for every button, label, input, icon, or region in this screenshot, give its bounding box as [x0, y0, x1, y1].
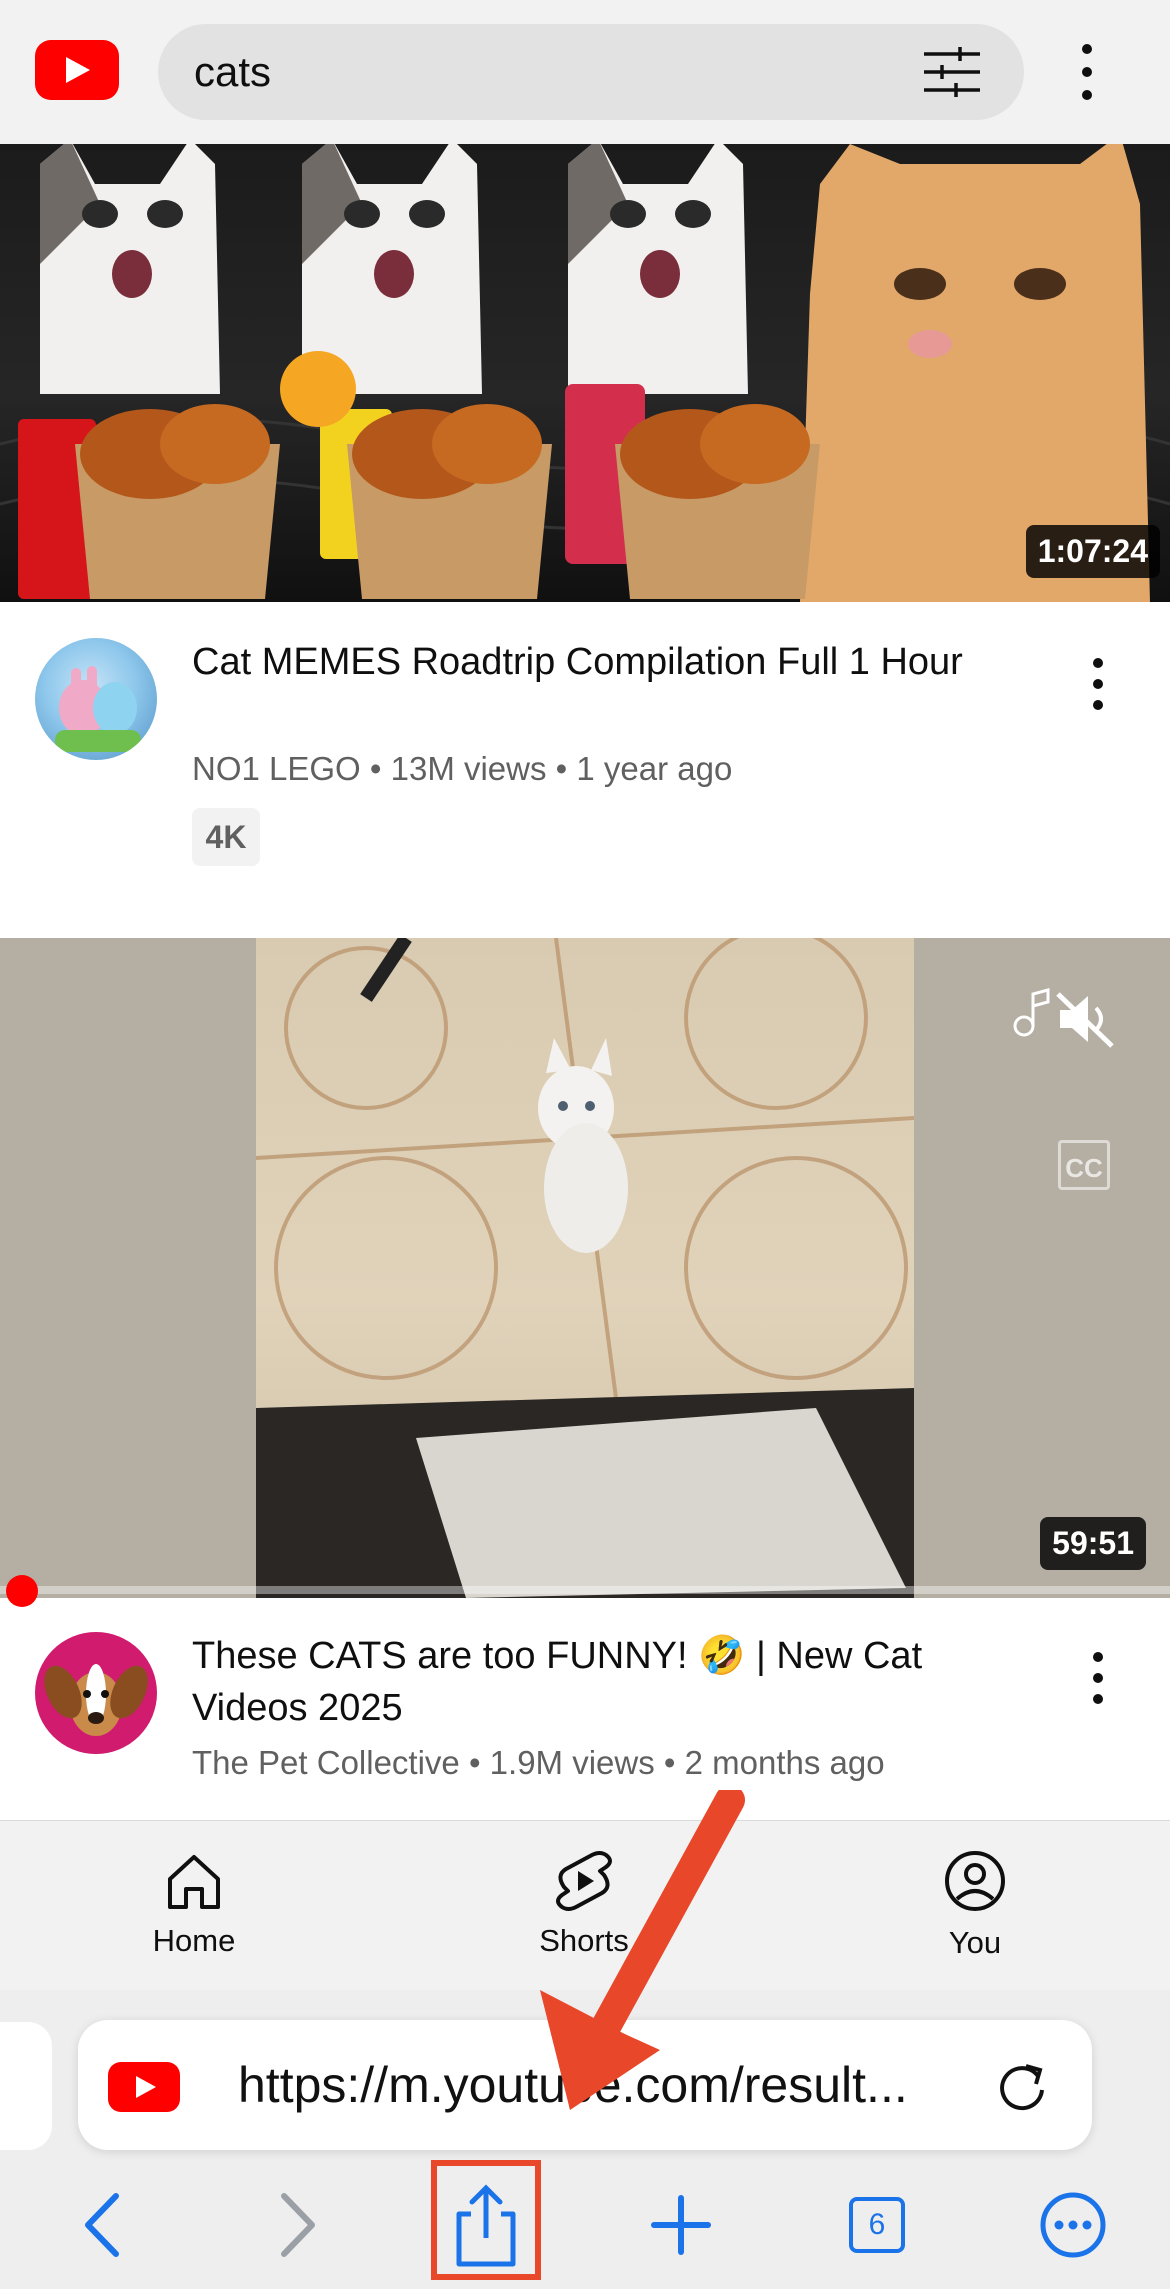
video-title[interactable]: Cat MEMES Roadtrip Compilation Full 1 Ho… — [192, 636, 972, 688]
mute-icon[interactable] — [1054, 988, 1116, 1050]
home-icon — [168, 1855, 220, 1909]
play-icon — [66, 57, 90, 83]
reload-icon[interactable] — [992, 2056, 1052, 2116]
preview-image — [255, 938, 915, 1598]
new-tab-button[interactable] — [636, 2180, 726, 2270]
profile-icon — [945, 1851, 1005, 1911]
nav-home-label: Home — [152, 1923, 236, 1958]
playback-progress-bar[interactable] — [0, 1586, 1170, 1594]
video-duration-badge: 59:51 — [1040, 1517, 1146, 1570]
search-input[interactable]: cats — [158, 24, 1024, 120]
chevron-left-icon — [85, 2193, 119, 2257]
video-title[interactable]: These CATS are too FUNNY! 🤣 | New Cat Vi… — [192, 1630, 992, 1734]
video-menu-icon[interactable] — [1092, 658, 1104, 710]
more-menu-button[interactable] — [1028, 2180, 1118, 2270]
youtube-logo[interactable] — [35, 40, 119, 100]
playback-scrubber-handle[interactable] — [6, 1575, 38, 1607]
search-query: cats — [194, 48, 272, 95]
nav-you[interactable]: You — [875, 1821, 1075, 1991]
video-duration-badge: 1:07:24 — [1025, 525, 1160, 578]
tabs-button[interactable]: 6 — [849, 2197, 905, 2253]
captions-icon[interactable]: CC — [1058, 1140, 1110, 1190]
forward-button[interactable] — [250, 2180, 340, 2270]
nav-home[interactable]: Home — [94, 1821, 294, 1991]
filter-icon[interactable] — [922, 44, 982, 100]
channel-avatar[interactable] — [35, 638, 157, 760]
nav-you-label: You — [948, 1925, 1002, 1960]
play-icon — [136, 2076, 156, 2098]
video-thumbnail[interactable]: 1:07:24 — [0, 144, 1170, 602]
annotation-arrow-icon — [540, 1790, 745, 2110]
top-app-bar: cats — [0, 0, 1170, 144]
back-button[interactable] — [60, 2180, 150, 2270]
video-preview-player[interactable]: 59:51 — [0, 938, 1170, 1598]
video-metadata: The Pet Collective • 1.9M views • 2 mont… — [192, 1744, 885, 1781]
ellipsis-circle-icon — [1040, 2192, 1106, 2258]
more-options-icon[interactable] — [1072, 44, 1102, 100]
music-note-icon — [1013, 988, 1050, 1037]
plus-icon — [651, 2195, 711, 2255]
avatar-image — [55, 666, 141, 752]
video-menu-icon[interactable] — [1092, 1652, 1104, 1704]
chevron-right-icon — [281, 2193, 315, 2257]
thumbnail-image — [0, 144, 1170, 602]
channel-avatar[interactable] — [35, 1632, 157, 1754]
quality-badge: 4K — [192, 808, 260, 866]
share-button[interactable] — [441, 2180, 531, 2270]
previous-tab-preview[interactable] — [0, 2022, 52, 2150]
avatar-image — [44, 1664, 148, 1736]
video-metadata: NO1 LEGO • 13M views • 1 year ago — [192, 750, 733, 787]
share-icon — [456, 2184, 516, 2267]
preview-frame — [255, 938, 915, 1598]
site-favicon-icon — [108, 2062, 180, 2112]
